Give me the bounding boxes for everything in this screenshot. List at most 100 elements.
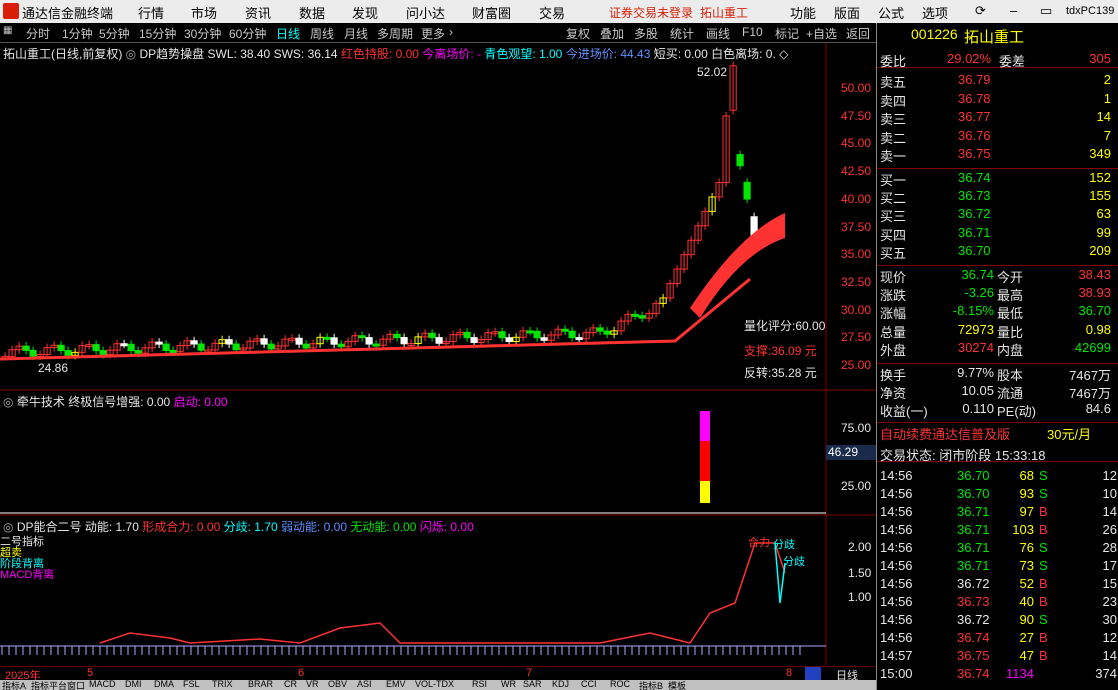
indicator-tab[interactable]: FSL <box>183 680 200 689</box>
menu-caifuquan[interactable]: 财富圈 <box>472 3 511 22</box>
ask-row[interactable]: 卖一 36.75 349 <box>877 145 1118 164</box>
refresh-icon[interactable]: ⟳ <box>975 3 986 19</box>
ask-row[interactable]: 卖三 36.77 14 <box>877 108 1118 127</box>
bid-row[interactable]: 买五 36.70 209 <box>877 242 1118 261</box>
tool-biaoji[interactable]: 标记 <box>775 25 799 42</box>
indicator-tab[interactable]: WR <box>501 680 516 689</box>
minimize-icon[interactable]: – <box>1010 3 1017 18</box>
ask-row[interactable]: 卖五 36.79 2 <box>877 71 1118 90</box>
tool-diejia[interactable]: 叠加 <box>600 25 624 42</box>
period-day[interactable]: 日线 <box>276 25 300 42</box>
low-indicator-name[interactable]: DP能合二号 <box>17 520 82 534</box>
bid-row[interactable]: 买三 36.72 63 <box>877 205 1118 224</box>
period-multi[interactable]: 多周期 <box>377 25 413 42</box>
indicator-tab[interactable]: 窗口 <box>67 680 85 690</box>
tool-add-favorite[interactable]: +自选 <box>806 25 837 42</box>
indicator-tab[interactable]: KDJ <box>552 680 569 689</box>
period-30min[interactable]: 30分钟 <box>184 25 221 42</box>
indicator-tab[interactable]: VR <box>306 680 319 689</box>
restore-icon[interactable]: ▭ <box>1040 3 1052 19</box>
trade-login-notice[interactable]: 证券交易未登录 <box>609 4 693 21</box>
chevron-right-icon[interactable]: › <box>449 25 453 39</box>
tool-duogu[interactable]: 多股 <box>634 25 658 42</box>
stat-value: 36.74 <box>961 267 994 282</box>
mid-indicator-name[interactable]: 牵牛技术 <box>17 395 65 409</box>
indicator-dropdown-icon[interactable]: ◎ <box>126 47 136 61</box>
tool-huaxian[interactable]: 画线 <box>706 25 730 42</box>
price-axis-label: 45.00 <box>841 136 872 151</box>
tick-price: 36.74 <box>957 630 990 645</box>
indicator-tab[interactable]: BRAR <box>248 680 273 689</box>
indicator-tab[interactable]: OBV <box>328 680 347 689</box>
bid-volume: 209 <box>1089 243 1111 258</box>
price-axis-label: 37.50 <box>841 219 872 234</box>
tool-back[interactable]: 返回 <box>846 25 870 42</box>
period-60min[interactable]: 60分钟 <box>229 25 266 42</box>
menu-shichang[interactable]: 市场 <box>191 3 217 22</box>
period-5min[interactable]: 5分钟 <box>99 25 130 42</box>
menu-zixun[interactable]: 资讯 <box>245 3 271 22</box>
indicator-tab[interactable]: DMA <box>154 680 174 689</box>
promo-row[interactable]: 自动续费通达信普及版 30元/月 <box>877 422 1118 443</box>
bid-row[interactable]: 买一 36.74 152 <box>877 168 1118 188</box>
price-axis-label: 50.00 <box>841 81 872 95</box>
indicator-name[interactable]: DP趋势操盘 <box>140 47 205 61</box>
period-1min[interactable]: 1分钟 <box>62 25 93 42</box>
ask-label: 卖三 <box>880 112 907 127</box>
tool-fuquan[interactable]: 复权 <box>566 25 590 42</box>
indicator-tab[interactable]: CR <box>284 680 297 689</box>
settings-icon[interactable]: ◇ <box>779 47 788 61</box>
scroll-button[interactable] <box>805 667 821 680</box>
low-dropdown-icon[interactable]: ◎ <box>3 520 13 534</box>
menu-gongshi[interactable]: 公式 <box>878 3 904 22</box>
indicator-tab[interactable]: EMV <box>386 680 406 689</box>
tick-count: 12 <box>1102 630 1117 645</box>
promo-text[interactable]: 自动续费通达信普及版 <box>880 424 1010 443</box>
menu-wenxiaoda[interactable]: 问小达 <box>406 3 445 22</box>
indicator-tab[interactable]: TRIX <box>212 680 233 689</box>
weibi-label: 委比 <box>880 54 907 69</box>
menu-hangqing[interactable]: 行情 <box>138 3 164 22</box>
menu-faxian[interactable]: 发现 <box>352 3 378 22</box>
period-toolbar: ▦ 分时 1分钟 5分钟 15分钟 30分钟 60分钟 日线 周线 月线 多周期… <box>0 23 876 43</box>
indicator-tab[interactable]: 指标平台 <box>31 680 67 690</box>
tick-time: 14:56 <box>880 522 913 537</box>
chart-area[interactable]: 拓山重工(日线,前复权) ◎ DP趋势操盘 SWL: 38.40 SWS: 36… <box>0 43 876 671</box>
mid-dropdown-icon[interactable]: ◎ <box>3 395 13 409</box>
stat-value: 38.43 <box>1078 267 1111 282</box>
bid-row[interactable]: 买二 36.73 155 <box>877 187 1118 206</box>
promo-price[interactable]: 30元/月 <box>1047 424 1091 443</box>
indicator-tab[interactable]: 指标B <box>639 680 663 690</box>
period-month[interactable]: 月线 <box>344 25 368 42</box>
tool-tongji[interactable]: 统计 <box>670 25 694 42</box>
menu-banmian[interactable]: 版面 <box>834 3 860 22</box>
period-fenshi[interactable]: 分时 <box>26 25 50 42</box>
period-15min[interactable]: 15分钟 <box>139 25 176 42</box>
tool-f10[interactable]: F10 <box>742 25 763 39</box>
ask-row[interactable]: 卖四 36.78 1 <box>877 90 1118 109</box>
indicator-tab[interactable]: VOL-TDX <box>415 680 454 689</box>
period-week[interactable]: 周线 <box>310 25 334 42</box>
period-more[interactable]: 更多 <box>421 25 445 42</box>
indicator-tab[interactable]: 模板 <box>668 680 686 690</box>
indicator-tab[interactable]: ROC <box>610 680 630 689</box>
indicator-tab[interactable]: RSI <box>472 680 487 689</box>
weibi-row: 委比 29.02% 委差 305 <box>877 50 1118 69</box>
tick-time: 14:57 <box>880 648 913 663</box>
indicator-tab[interactable]: 指标A <box>2 680 26 690</box>
indicator-tab[interactable]: MACD <box>89 680 116 689</box>
indicator-tab[interactable]: SAR <box>523 680 542 689</box>
indicator-tab[interactable]: ASI <box>357 680 372 689</box>
menu-jiaoyi[interactable]: 交易 <box>539 3 565 22</box>
stat-value: 72973 <box>957 321 994 337</box>
indicator-tab[interactable]: CCI <box>581 680 597 689</box>
menu-xuanxiang[interactable]: 选项 <box>922 3 948 22</box>
ask-row[interactable]: 卖二 36.76 7 <box>877 127 1118 146</box>
menu-shuju[interactable]: 数据 <box>299 3 325 22</box>
indicator-tab[interactable]: DMI <box>125 680 142 689</box>
stock-header: 001226 拓山重工 <box>877 25 1118 46</box>
bid-row[interactable]: 买四 36.71 99 <box>877 224 1118 243</box>
grid-icon[interactable]: ▦ <box>3 25 12 36</box>
tick-time: 14:56 <box>880 612 913 627</box>
menu-gongneng[interactable]: 功能 <box>790 3 816 22</box>
